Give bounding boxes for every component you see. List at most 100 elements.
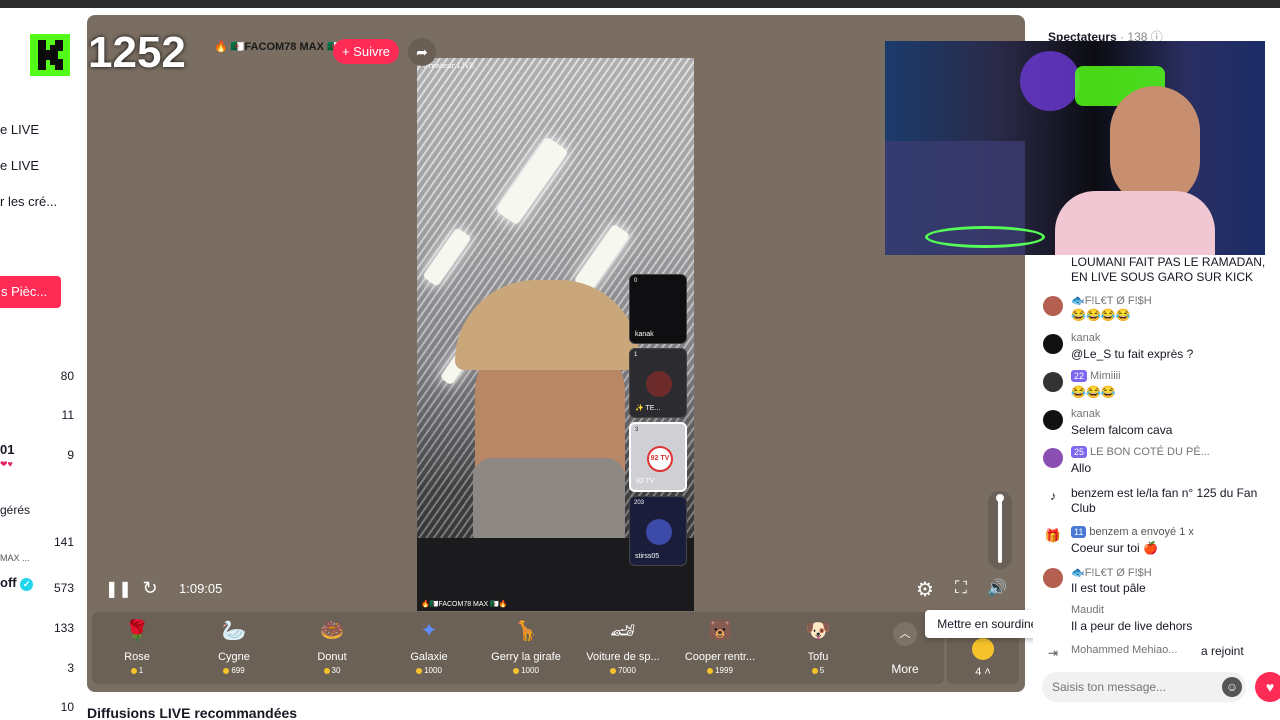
rose-icon: 🌹 (124, 620, 150, 642)
volume-icon[interactable]: 🔊 (985, 578, 1009, 598)
message-text: @Le_S tu fait exprès ? (1071, 347, 1194, 361)
green-ring-light (925, 226, 1045, 248)
sidebar-entry-value: 3 (67, 661, 74, 675)
chat-message-input[interactable] (1052, 678, 1212, 696)
sidebar-section-label: gérés (0, 503, 31, 517)
user-avatar[interactable] (1043, 410, 1063, 430)
message-text: Coeur sur toi 🍎 (1071, 541, 1158, 555)
tiktok-icon: ♪ (1043, 486, 1063, 506)
gift-name: Tofu (807, 651, 829, 663)
share-icon[interactable]: ➦ (408, 38, 436, 66)
user-avatar[interactable] (1043, 448, 1063, 468)
guest-badge: 203 (634, 500, 645, 506)
gift-item-galaxy[interactable]: ✦ Galaxie 1000 (384, 616, 474, 675)
volume-slider[interactable] (988, 491, 1012, 569)
message-text: LOUMANI FAIT PAS LE RAMADAN, (1071, 255, 1266, 269)
sidebar-entry-label[interactable]: 01 (0, 442, 14, 457)
video-top-label: Créateur LIVE (423, 62, 475, 70)
settings-gear-icon[interactable]: ⚙ (913, 577, 937, 602)
refresh-icon[interactable]: ↻ (139, 578, 161, 599)
guest-thumb[interactable]: 203 stirss05 (629, 496, 687, 566)
gift-item-donut[interactable]: 🍩 Donut 30 (287, 616, 377, 675)
guest-badge: 1 (634, 352, 638, 358)
coin-icon (323, 667, 330, 674)
get-coins-button[interactable]: s Pièc... (0, 276, 61, 308)
coin-icon (707, 667, 714, 674)
gift-name: Rose (124, 651, 150, 663)
sidebar-entry-label[interactable]: off ✓ (0, 575, 34, 591)
gift-name: Gerry la girafe (491, 651, 561, 663)
gift-item-tofu[interactable]: 🐶 Tofu 5 (773, 616, 863, 675)
username[interactable]: 25 LE BON COTÉ DU PÉ... (1071, 446, 1210, 458)
guest-badge: 3 (635, 427, 639, 433)
more-gifts-button[interactable]: ︿ More (885, 622, 925, 676)
chat-input-box[interactable]: ☺ (1042, 672, 1246, 702)
join-icon: ⇥ (1043, 643, 1063, 663)
gift-item-cooper[interactable]: 🐻 Cooper rentr... 1999 (675, 616, 765, 675)
user-avatar[interactable] (1043, 568, 1063, 588)
level-badge: 22 (1071, 370, 1088, 382)
volume-knob[interactable] (996, 494, 1004, 502)
gift-item-swan[interactable]: 🦢 Cygne 699 (189, 616, 279, 675)
coin-icon (130, 667, 137, 674)
chat-message: LOUMANI FAIT PAS LE RAMADAN, EN LIVE SOU… (1043, 255, 1266, 289)
sports-car-icon: 🏎 (610, 620, 636, 642)
guest-name: kanak (635, 331, 654, 338)
pause-icon[interactable]: ❚❚ (105, 579, 132, 599)
username[interactable]: kanak (1071, 332, 1100, 344)
sidebar-entry-value: 133 (53, 621, 74, 635)
coin-icon (513, 667, 520, 674)
recommended-title: Diffusions LIVE recommandées (87, 705, 298, 720)
chat-message: 🐟F!L€T Ø F!$H 😂😂😂😂 (1043, 294, 1263, 328)
fullscreen-icon[interactable]: ⛶ (949, 578, 973, 598)
bear-icon: 🐻 (707, 620, 733, 642)
tv-logo: 92 TV (647, 446, 673, 472)
sidebar-entry-value: 11 (61, 408, 74, 422)
chat-message: 🎁 11 benzem a envoyé 1 x Coeur sur toi 🍎 (1043, 526, 1263, 560)
verified-icon: ✓ (20, 578, 34, 591)
gift-price: 1000 (384, 666, 474, 675)
chat-message: 🐟F!L€T Ø F!$H Il est tout pâle (1043, 566, 1263, 600)
sidebar-entry-value: 80 (60, 369, 74, 383)
username[interactable]: Maudit (1071, 604, 1104, 616)
username[interactable]: 🐟F!L€T Ø F!$H (1071, 294, 1152, 307)
guest-thumb[interactable]: 1 ✨ TE... (629, 348, 687, 418)
gift-name: Donut (317, 651, 347, 663)
message-text: Il a peur de live dehors (1071, 619, 1193, 633)
guest-thumb[interactable]: 0 kanak (629, 274, 687, 344)
video-bottom-label: 🔥🇩🇿FACOM78 MAX 🇩🇿🔥 (421, 601, 508, 608)
message-text: Selem falcom cava (1071, 423, 1173, 437)
chat-message: ♪ benzem est le/la fan n° 125 du Fan Clu… (1043, 486, 1263, 520)
username[interactable]: 11 benzem a envoyé 1 x (1071, 526, 1194, 538)
volume-track (998, 497, 1002, 563)
sidebar-item-creators[interactable]: r les cré... (0, 194, 57, 209)
message-text: 😂😂😂 (1071, 385, 1116, 399)
heart-icon[interactable]: ♥ (1255, 672, 1280, 702)
streamer-person (1035, 86, 1215, 255)
sidebar-item-live[interactable]: e LIVE (0, 122, 39, 137)
follow-button[interactable]: + Suivre (333, 39, 399, 64)
level-badge: 11 (1071, 526, 1087, 538)
user-avatar[interactable] (1043, 334, 1063, 354)
guest-thumb[interactable]: 3 92 TV 92 TV (629, 422, 687, 492)
user-avatar[interactable] (1043, 372, 1063, 392)
username[interactable]: 🐟F!L€T Ø F!$H (1071, 566, 1152, 579)
giraffe-icon: 🦒 (513, 620, 539, 642)
guest-name: ✨ TE... (635, 405, 661, 412)
gift-item-sports-car[interactable]: 🏎 Voiture de sp... 7000 (578, 616, 668, 675)
level-badge: 25 (1071, 446, 1088, 458)
gift-icon: 🎁 (1043, 526, 1063, 546)
username[interactable]: 22 Mimiiii (1071, 370, 1121, 382)
username[interactable]: Mohammed Mehiao... (1071, 644, 1177, 656)
message-text: Club (1071, 501, 1096, 515)
emoji-icon[interactable]: ☺ (1222, 677, 1242, 697)
username[interactable]: kanak (1071, 408, 1100, 420)
gift-item-giraffe[interactable]: 🦒 Gerry la girafe 1000 (481, 616, 571, 675)
gift-name: Cygne (218, 651, 250, 663)
galaxy-icon: ✦ (420, 620, 438, 642)
sidebar-item-live-2[interactable]: e LIVE (0, 158, 39, 173)
swan-icon: 🦢 (221, 620, 247, 642)
sidebar-entry-label[interactable]: MAX ... (0, 553, 30, 563)
user-avatar[interactable] (1043, 296, 1063, 316)
gift-item-rose[interactable]: 🌹 Rose 1 (92, 616, 182, 675)
